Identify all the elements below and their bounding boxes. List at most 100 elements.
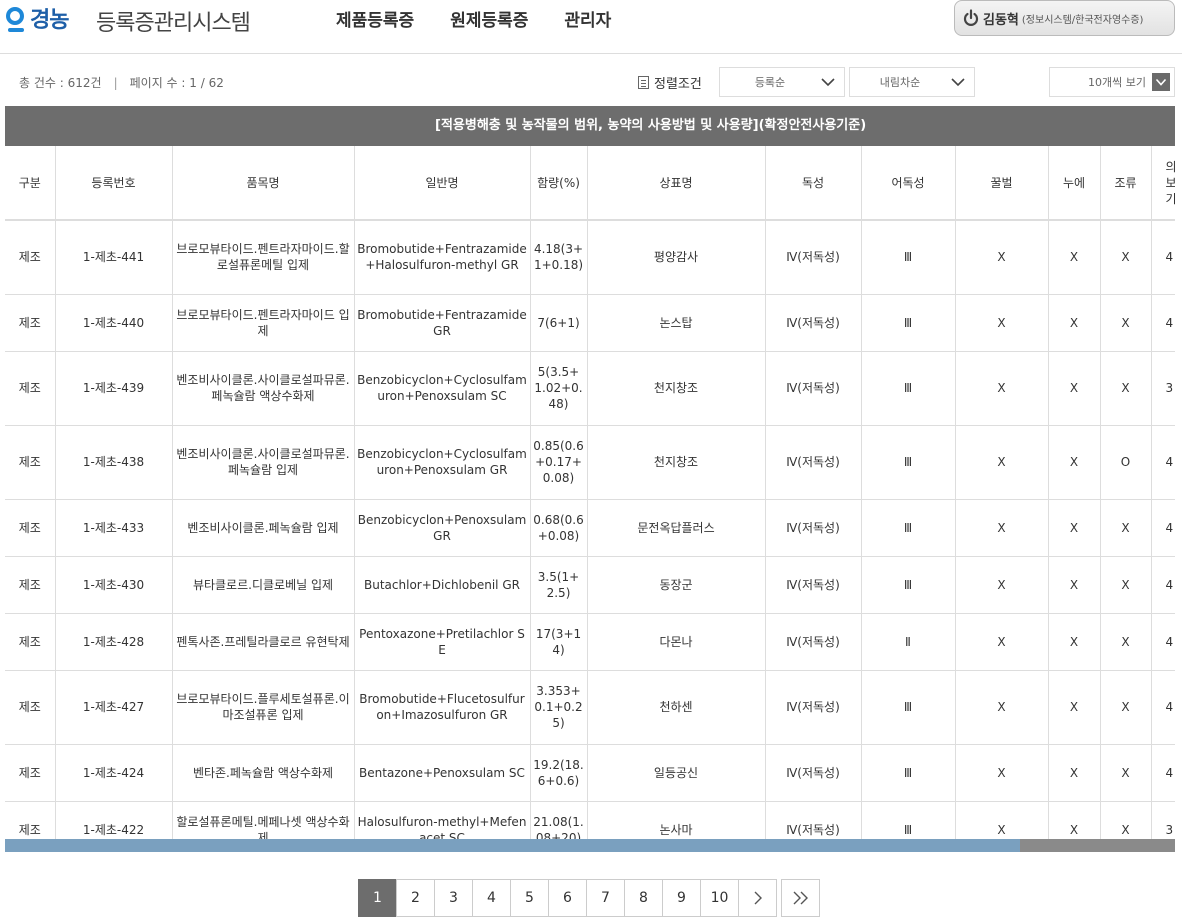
cell-common-name: Bromobutide+Fentrazamide+Halosulfuron-me… bbox=[354, 220, 531, 295]
cell-category: 제조 bbox=[5, 499, 56, 557]
cell-item-name: 벤타존.페녹슐람 액상수화제 bbox=[172, 744, 355, 802]
cell-common-name: Benzobicyclon+Cyclosulfamuron+Penoxsulam… bbox=[354, 351, 531, 426]
cell-bee: X bbox=[955, 556, 1049, 614]
cell-item-name: 뷰타클로르.디클로베닐 입제 bbox=[172, 556, 355, 614]
chevron-down-icon bbox=[951, 78, 965, 87]
cell-bird: O bbox=[1100, 425, 1152, 500]
page-button-10[interactable]: 10 bbox=[700, 879, 739, 917]
col-header-category[interactable]: 구분 bbox=[5, 146, 56, 221]
cell-common-name: Bromobutide+Fentrazamide GR bbox=[354, 294, 531, 352]
col-header-fish-toxicity[interactable]: 어독성 bbox=[861, 146, 956, 221]
cell-fish-toxicity: Ⅲ bbox=[861, 351, 956, 426]
cell-silkworm: X bbox=[1048, 220, 1101, 295]
cell-brand-name: 평양감사 bbox=[587, 220, 766, 295]
col-header-common-name[interactable]: 일반명 bbox=[354, 146, 531, 221]
sort-label-text: 정렬조건 bbox=[654, 77, 702, 92]
nav-product-registration[interactable]: 제품등록증 bbox=[336, 6, 414, 31]
table-row[interactable]: 제조 1-제초-441 브로모뷰타이드.펜트라자마이드.할로설퓨론메틸 입제 Brom… bbox=[5, 220, 1175, 295]
cell-silkworm: X bbox=[1048, 425, 1101, 500]
table-row[interactable]: 제조 1-제초-428 펜톡사존.프레틸라클로르 유현탁제 Pentoxazone+P… bbox=[5, 613, 1175, 671]
chevron-right-icon bbox=[754, 891, 762, 905]
page-size-select[interactable]: 10개씩 보기 bbox=[1049, 67, 1175, 97]
col-header-bee[interactable]: 꿀벌 bbox=[955, 146, 1049, 221]
page-button-6[interactable]: 6 bbox=[548, 879, 587, 917]
cell-fish-toxicity: Ⅲ bbox=[861, 499, 956, 557]
col-header-content[interactable]: 함량(%) bbox=[530, 146, 588, 221]
sort-direction-select[interactable]: 내림차순 bbox=[849, 67, 975, 97]
page-button-2[interactable]: 2 bbox=[396, 879, 435, 917]
logo-text: 경농 bbox=[30, 8, 69, 33]
scrollbar-thumb[interactable] bbox=[1020, 839, 1175, 852]
table-row[interactable]: 제조 1-제초-439 벤조비사이클론.사이클로설파뮤론.페녹슐람 액상수화제 Ben… bbox=[5, 351, 1175, 426]
cell-brand-name: 다몬나 bbox=[587, 613, 766, 671]
cell-silkworm: X bbox=[1048, 744, 1101, 802]
page-button-5[interactable]: 5 bbox=[510, 879, 549, 917]
nav-admin[interactable]: 관리자 bbox=[564, 6, 611, 31]
table-row[interactable]: 제조 1-제초-433 벤조비사이클론.페녹슐람 입제 Benzobicyclon+P… bbox=[5, 499, 1175, 557]
cell-reg-number: 1-제초-439 bbox=[55, 351, 173, 426]
total-count: 총 건수 : 612건 bbox=[19, 76, 102, 90]
cell-category: 제조 bbox=[5, 556, 56, 614]
cell-toxicity: Ⅳ(저독성) bbox=[765, 556, 862, 614]
horizontal-scrollbar[interactable] bbox=[5, 839, 1175, 852]
col-header-toxicity[interactable]: 독성 bbox=[765, 146, 862, 221]
cell-common-name: Butachlor+Dichlobenil GR bbox=[354, 556, 531, 614]
cell-toxicity: Ⅳ(저독성) bbox=[765, 220, 862, 295]
cell-bird: X bbox=[1100, 294, 1152, 352]
cell-item-name: 브로모뷰타이드.플루세토설퓨론.이마조설퓨론 입제 bbox=[172, 670, 355, 745]
cell-silkworm: X bbox=[1048, 670, 1101, 745]
last-page-button[interactable] bbox=[781, 879, 820, 917]
cell-reg-number: 1-제초-427 bbox=[55, 670, 173, 745]
cell-fish-toxicity: Ⅲ bbox=[861, 670, 956, 745]
cell-toxicity: Ⅳ(저독성) bbox=[765, 744, 862, 802]
col-header-bird[interactable]: 조류 bbox=[1100, 146, 1152, 221]
cell-content: 19.2(18.6+0.6) bbox=[530, 744, 588, 802]
cell-bee: X bbox=[955, 744, 1049, 802]
next-page-button[interactable] bbox=[738, 879, 777, 917]
logout-button[interactable]: 김동혁 (정보시스템/한국전자영수증) bbox=[954, 0, 1175, 36]
cell-toxicity: Ⅳ(저독성) bbox=[765, 351, 862, 426]
page-button-8[interactable]: 8 bbox=[624, 879, 663, 917]
chevron-down-icon bbox=[821, 78, 835, 87]
page-button-1[interactable]: 1 bbox=[358, 879, 397, 917]
col-header-silkworm[interactable]: 누에 bbox=[1048, 146, 1101, 221]
table-row[interactable]: 제조 1-제초-424 벤타존.페녹슐람 액상수화제 Bentazone+Penoxs… bbox=[5, 744, 1175, 802]
cell-content: 7(6+1) bbox=[530, 294, 588, 352]
page-button-3[interactable]: 3 bbox=[434, 879, 473, 917]
chevron-down-icon bbox=[1152, 73, 1170, 91]
cell-bee: X bbox=[955, 613, 1049, 671]
cell-truncated: 4 bbox=[1151, 499, 1175, 557]
cell-truncated: 3 bbox=[1151, 351, 1175, 426]
cell-reg-number: 1-제초-433 bbox=[55, 499, 173, 557]
logo[interactable]: 경농 bbox=[6, 2, 69, 34]
main-nav: 제품등록증 원제등록증 관리자 bbox=[336, 6, 647, 31]
page-button-7[interactable]: 7 bbox=[586, 879, 625, 917]
cell-reg-number: 1-제초-424 bbox=[55, 744, 173, 802]
page-button-4[interactable]: 4 bbox=[472, 879, 511, 917]
cell-bird: X bbox=[1100, 670, 1152, 745]
col-header-brand-name[interactable]: 상표명 bbox=[587, 146, 766, 221]
table-row[interactable]: 제조 1-제초-427 브로모뷰타이드.플루세토설퓨론.이마조설퓨론 입제 Bromo… bbox=[5, 670, 1175, 745]
page-button-9[interactable]: 9 bbox=[662, 879, 701, 917]
cell-item-name: 펜톡사존.프레틸라클로르 유현탁제 bbox=[172, 613, 355, 671]
double-chevron-right-icon bbox=[793, 891, 808, 905]
table-row[interactable]: 제조 1-제초-440 브로모뷰타이드.펜트라자마이드 입제 Bromobutide+… bbox=[5, 294, 1175, 352]
sort-order-select[interactable]: 등록순 bbox=[719, 67, 845, 97]
cell-fish-toxicity: Ⅲ bbox=[861, 744, 956, 802]
table-title: [적용병해충 및 농작물의 범위, 농약의 사용방법 및 사용량](확정안전사용… bbox=[5, 106, 1175, 146]
col-header-reg-number[interactable]: 등록번호 bbox=[55, 146, 173, 221]
cell-bee: X bbox=[955, 670, 1049, 745]
sort-label: 정렬조건 bbox=[638, 73, 702, 92]
table-row[interactable]: 제조 1-제초-438 벤조비사이클론.사이클로설파뮤론.페녹슐람 입제 Benzob… bbox=[5, 425, 1175, 500]
col-header-item-name[interactable]: 품목명 bbox=[172, 146, 355, 221]
pagination: 1 2 3 4 5 6 7 8 9 10 bbox=[358, 879, 820, 917]
col-header-truncated[interactable]: 의 보 기 bbox=[1151, 146, 1175, 221]
cell-truncated: 4 bbox=[1151, 425, 1175, 500]
cell-brand-name: 천지창조 bbox=[587, 351, 766, 426]
table-row[interactable]: 제조 1-제초-430 뷰타클로르.디클로베닐 입제 Butachlor+Dichlo… bbox=[5, 556, 1175, 614]
cell-item-name: 벤조비사이클론.사이클로설파뮤론.페녹슐람 입제 bbox=[172, 425, 355, 500]
cell-category: 제조 bbox=[5, 351, 56, 426]
registration-table-container[interactable]: [적용병해충 및 농작물의 범위, 농약의 사용방법 및 사용량](확정안전사용… bbox=[5, 106, 1175, 852]
nav-material-registration[interactable]: 원제등록증 bbox=[450, 6, 528, 31]
cell-common-name: Pentoxazone+Pretilachlor SE bbox=[354, 613, 531, 671]
